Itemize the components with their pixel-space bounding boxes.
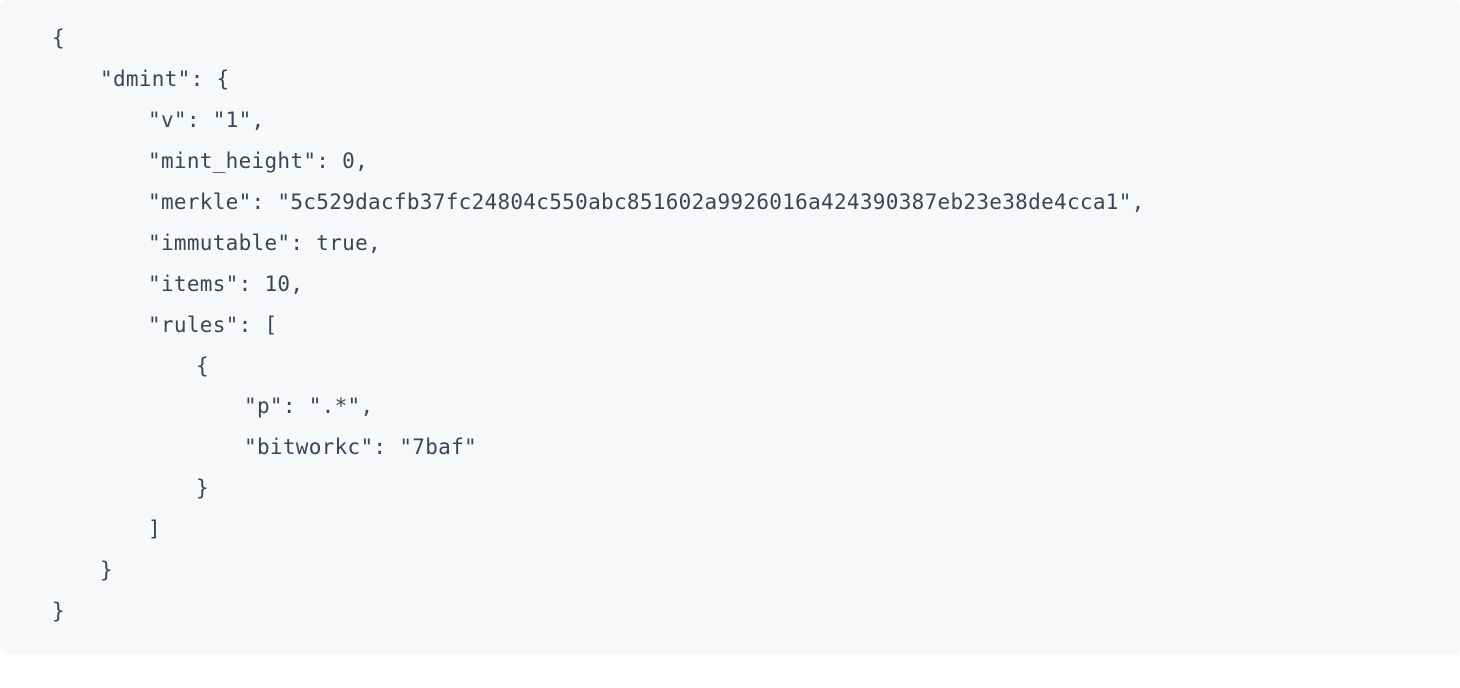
code-line: "merkle": "5c529dacfb37fc24804c550abc851…	[4, 182, 1456, 223]
code-line: "items": 10,	[4, 264, 1456, 305]
code-line: "rules": [	[4, 305, 1456, 346]
code-line: {	[4, 346, 1456, 387]
code-line: "immutable": true,	[4, 223, 1456, 264]
code-line: "v": "1",	[4, 100, 1456, 141]
code-line: {	[4, 18, 1456, 59]
code-block: {"dmint": {"v": "1","mint_height": 0,"me…	[0, 0, 1460, 654]
code-line: }	[4, 550, 1456, 591]
code-line: "bitworkc": "7baf"	[4, 427, 1456, 468]
code-content: {"dmint": {"v": "1","mint_height": 0,"me…	[4, 18, 1456, 632]
code-line: "mint_height": 0,	[4, 141, 1456, 182]
code-line: "dmint": {	[4, 59, 1456, 100]
code-line: "p": ".*",	[4, 386, 1456, 427]
code-line: }	[4, 591, 1456, 632]
code-line: }	[4, 468, 1456, 509]
code-line: ]	[4, 509, 1456, 550]
